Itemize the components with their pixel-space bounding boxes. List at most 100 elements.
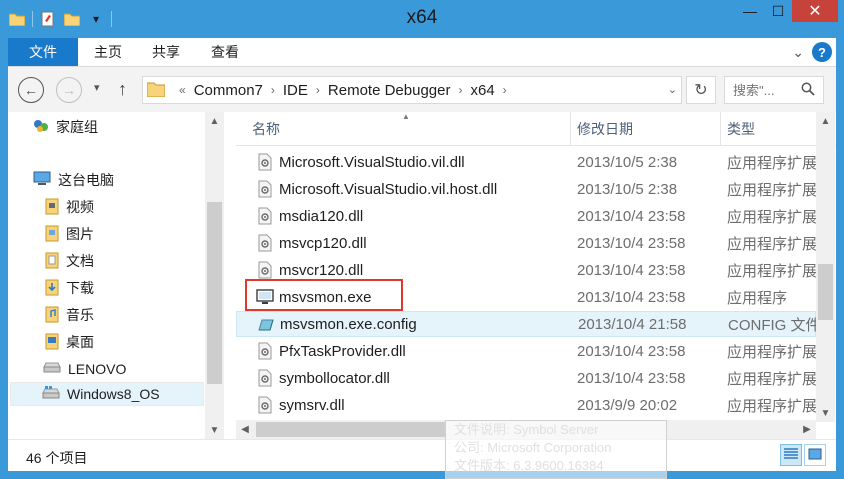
- file-type: 应用程序扩展: [727, 343, 818, 361]
- dll-icon: [256, 234, 274, 252]
- address-bar[interactable]: « Common7 › IDE › Remote Debugger › x64 …: [142, 76, 682, 104]
- sidebar-item-videos[interactable]: 视频: [44, 195, 94, 219]
- dll-icon: [256, 153, 274, 171]
- folder-icon: [146, 81, 166, 100]
- column-header-name[interactable]: 名称: [246, 112, 576, 146]
- dll-icon: [256, 261, 274, 279]
- back-button[interactable]: ←: [18, 77, 44, 103]
- file-date: 2013/10/5 2:38: [577, 153, 678, 171]
- breadcrumb-separator[interactable]: ›: [316, 83, 320, 97]
- help-button[interactable]: ?: [812, 42, 832, 62]
- file-name: Microsoft.VisualStudio.vil.host.dll: [279, 180, 498, 198]
- tab-share[interactable]: 共享: [152, 38, 180, 66]
- sidebar-item-lenovo[interactable]: LENOVO: [42, 357, 126, 381]
- table-row[interactable]: msdia120.dll 2013/10/4 23:58 应用程序扩展: [236, 203, 817, 229]
- tooltip-line: 文件版本: 6.3.9600.16384: [454, 458, 604, 473]
- sidebar-item-label: 这台电脑: [58, 172, 114, 188]
- search-input[interactable]: [733, 82, 797, 98]
- homegroup-icon: [32, 117, 50, 138]
- table-row[interactable]: msvsmon.exe.config 2013/10/4 21:58 CONFIG …: [236, 311, 821, 337]
- file-date: 2013/10/4 23:58: [577, 369, 686, 387]
- refresh-button[interactable]: ↻: [686, 76, 716, 104]
- breadcrumb-item[interactable]: x64: [470, 82, 494, 99]
- dll-icon: [256, 207, 274, 225]
- sidebar-item-label: 家庭组: [56, 119, 98, 135]
- tab-file[interactable]: 文件: [8, 38, 78, 66]
- navigation-pane-scrollbar[interactable]: ▲ ▼: [205, 112, 224, 439]
- sidebar-item-pictures[interactable]: 图片: [44, 222, 94, 246]
- column-header-type[interactable]: 类型: [720, 112, 816, 146]
- breadcrumb-separator[interactable]: ›: [458, 83, 462, 97]
- maximize-button[interactable]: ☐: [764, 0, 792, 22]
- item-count: 46 个项目: [26, 450, 88, 466]
- sidebar-item-downloads[interactable]: 下载: [44, 276, 94, 300]
- window-controls: — ☐ ✕: [736, 0, 838, 22]
- table-row[interactable]: Microsoft.VisualStudio.vil.dll 2013/10/5 …: [236, 149, 817, 175]
- table-row[interactable]: Microsoft.VisualStudio.vil.host.dll 2013/…: [236, 176, 817, 202]
- column-headers: ▲ 名称 修改日期 类型: [236, 112, 836, 146]
- forward-button[interactable]: →: [56, 77, 82, 103]
- sidebar-item-documents[interactable]: 文档: [44, 249, 94, 273]
- expand-ribbon-button[interactable]: ⌄: [792, 44, 804, 61]
- sidebar-item-label: 桌面: [66, 334, 94, 350]
- table-row[interactable]: symsrv.dll 2013/9/9 20:02 应用程序扩展: [236, 392, 818, 418]
- details-view-button[interactable]: [780, 444, 802, 466]
- column-header-date[interactable]: 修改日期: [570, 112, 720, 146]
- breadcrumb-item[interactable]: Remote Debugger: [328, 82, 451, 99]
- tooltip-line: 公司: Microsoft Corporation: [454, 440, 612, 455]
- file-list-vertical-scrollbar[interactable]: ▲ ▼: [816, 112, 835, 422]
- video-folder-icon: [44, 197, 60, 218]
- search-icon[interactable]: [801, 82, 815, 99]
- file-type: 应用程序扩展: [727, 397, 818, 415]
- file-type: CONFIG 文件: [728, 316, 821, 334]
- ribbon-right-controls: ⌄ ?: [792, 42, 832, 62]
- sidebar-item-windows8-os[interactable]: Windows8_OS: [10, 382, 204, 406]
- file-type: 应用程序扩展: [727, 235, 818, 253]
- scroll-down-arrow[interactable]: ▼: [816, 404, 835, 422]
- scroll-left-arrow[interactable]: ◀: [236, 420, 254, 439]
- content-area: 家庭组 这台电脑 视频 图片 文档 下载 音乐 桌面 LENOVO Window…: [8, 112, 836, 439]
- breadcrumb-overflow[interactable]: «: [179, 83, 186, 97]
- sidebar-item-desktop[interactable]: 桌面: [44, 330, 94, 354]
- close-button[interactable]: ✕: [792, 0, 838, 22]
- file-name: Microsoft.VisualStudio.vil.dll: [279, 153, 465, 171]
- desktop-folder-icon: [44, 332, 60, 353]
- scroll-down-arrow[interactable]: ▼: [205, 421, 224, 439]
- tab-view[interactable]: 查看: [211, 38, 239, 66]
- breadcrumb-item[interactable]: Common7: [194, 82, 263, 99]
- file-name: msdia120.dll: [279, 207, 364, 225]
- scroll-up-arrow[interactable]: ▲: [205, 112, 224, 130]
- sidebar-item-label: 下载: [66, 280, 94, 296]
- search-box[interactable]: [724, 76, 824, 104]
- breadcrumb-item[interactable]: IDE: [283, 82, 308, 99]
- breadcrumb-separator[interactable]: ›: [503, 83, 507, 97]
- scroll-right-arrow[interactable]: ▶: [798, 420, 816, 439]
- breadcrumb-separator[interactable]: ›: [271, 83, 275, 97]
- dll-icon: [256, 180, 274, 198]
- scroll-up-arrow[interactable]: ▲: [816, 112, 835, 130]
- tab-home[interactable]: 主页: [94, 38, 122, 66]
- table-row[interactable]: PfxTaskProvider.dll 2013/10/4 23:58 应用程序扩展: [236, 338, 818, 364]
- file-type: 应用程序扩展: [727, 370, 818, 388]
- scroll-thumb[interactable]: [256, 422, 446, 437]
- file-date: 2013/9/9 20:02: [577, 396, 678, 414]
- file-type: 应用程序扩展: [727, 262, 818, 280]
- up-button[interactable]: ↑: [118, 79, 127, 100]
- sidebar-item-music[interactable]: 音乐: [44, 303, 94, 327]
- scroll-thumb[interactable]: [207, 202, 222, 384]
- minimize-button[interactable]: —: [736, 0, 764, 22]
- address-dropdown[interactable]: ⌄: [668, 83, 677, 96]
- scroll-thumb[interactable]: [818, 264, 833, 320]
- table-row[interactable]: msvcp120.dll 2013/10/4 23:58 应用程序扩展: [236, 230, 818, 256]
- file-name: symbollocator.dll: [279, 369, 390, 387]
- sidebar-item-this-pc[interactable]: 这台电脑: [32, 168, 114, 192]
- title-bar: ▾ x64 — ☐ ✕: [0, 0, 844, 38]
- recent-locations-dropdown[interactable]: ▾: [94, 81, 100, 94]
- table-row[interactable]: symbollocator.dll 2013/10/4 23:58 应用程序扩展: [236, 365, 818, 391]
- sidebar-item-homegroup[interactable]: 家庭组: [32, 115, 98, 139]
- music-folder-icon: [44, 305, 60, 326]
- file-date: 2013/10/4 23:58: [577, 207, 686, 225]
- large-icons-view-button[interactable]: [804, 444, 826, 466]
- file-name: msvsmon.exe.config: [280, 315, 417, 333]
- dll-icon: [256, 342, 274, 360]
